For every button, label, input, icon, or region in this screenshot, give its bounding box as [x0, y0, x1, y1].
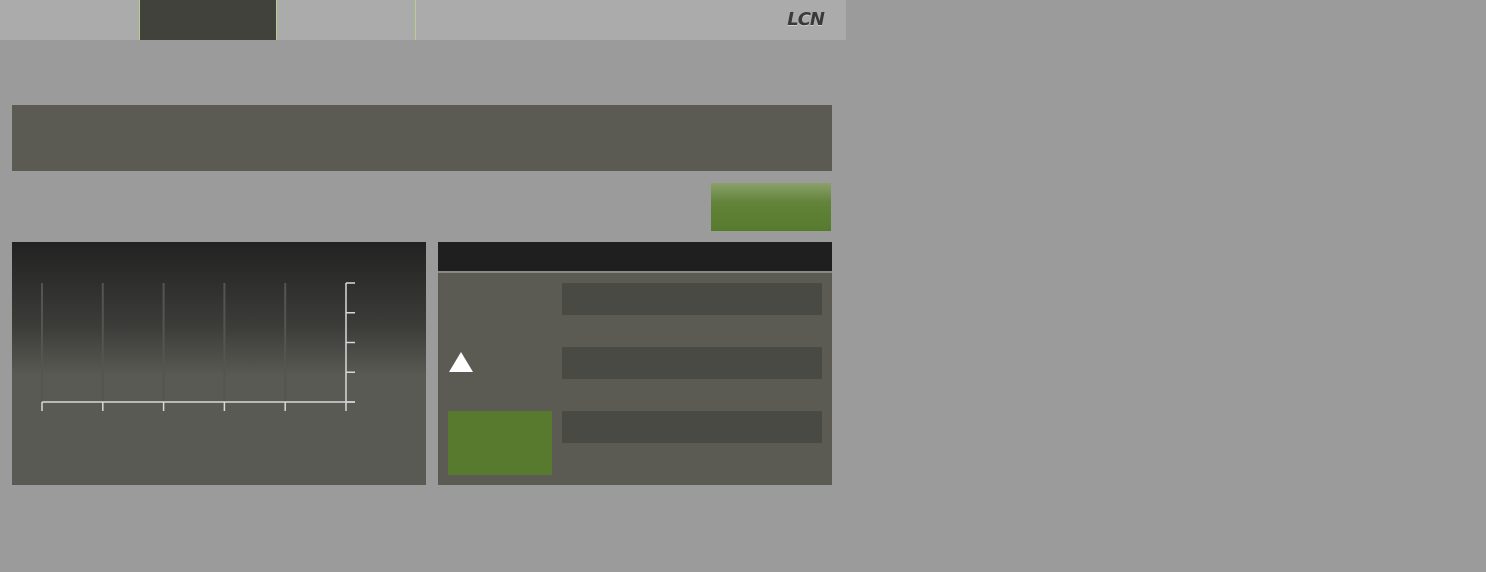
primary-action-button[interactable] — [711, 183, 831, 231]
title-banner — [12, 105, 832, 171]
input-field-3[interactable] — [562, 411, 822, 443]
triangle-up-icon[interactable] — [449, 352, 473, 372]
green-toggle-tile[interactable] — [448, 411, 552, 475]
chart-svg — [41, 282, 355, 411]
top-navigation-bar: LCN — [0, 0, 846, 40]
input-field-1[interactable] — [562, 283, 822, 315]
nav-tab-2-active[interactable] — [139, 0, 277, 40]
panel-header — [438, 242, 832, 273]
input-field-2[interactable] — [562, 347, 822, 379]
nav-tab-1[interactable] — [0, 0, 138, 40]
lcn-logo: LCN — [787, 9, 825, 30]
settings-panel — [438, 242, 832, 485]
chart-panel — [12, 242, 426, 485]
nav-tab-3[interactable] — [278, 0, 416, 40]
